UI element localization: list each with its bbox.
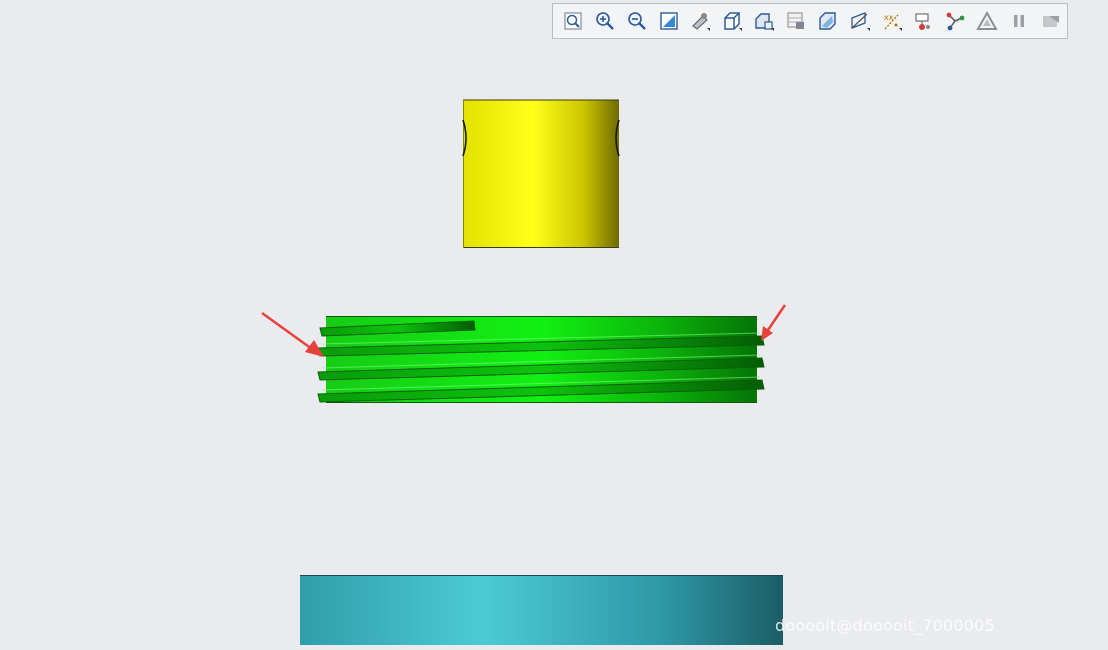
annotation-arrow-right (761, 304, 787, 341)
watermark-text: dooooit@dooooit_7000005 (775, 616, 995, 635)
next-icon[interactable] (1035, 5, 1067, 37)
spin-center-icon[interactable] (908, 5, 940, 37)
annotation-arrow-left (261, 311, 324, 357)
pause-icon[interactable] (1003, 5, 1035, 37)
repaint-icon[interactable] (653, 5, 685, 37)
annotation-display-icon[interactable]: xx (876, 5, 908, 37)
model-canvas (261, 99, 787, 645)
yellow-cylinder-part[interactable] (462, 99, 620, 248)
display-style-icon[interactable] (716, 5, 748, 37)
saved-orientations-icon[interactable] (748, 5, 780, 37)
section-icon[interactable] (812, 5, 844, 37)
perspective-icon[interactable] (685, 5, 717, 37)
cyan-base-part[interactable] (300, 575, 783, 645)
refit-icon[interactable] (557, 5, 589, 37)
view-toolbar: xx (552, 3, 1068, 39)
warning-triangle-icon[interactable] (971, 5, 1003, 37)
green-threaded-part[interactable] (317, 316, 765, 403)
model-viewport[interactable] (0, 0, 1108, 645)
datum-display-icon[interactable] (844, 5, 876, 37)
connection-icon[interactable] (940, 5, 972, 37)
view-manager-icon[interactable] (780, 5, 812, 37)
zoom-out-icon[interactable] (621, 5, 653, 37)
zoom-in-icon[interactable] (589, 5, 621, 37)
